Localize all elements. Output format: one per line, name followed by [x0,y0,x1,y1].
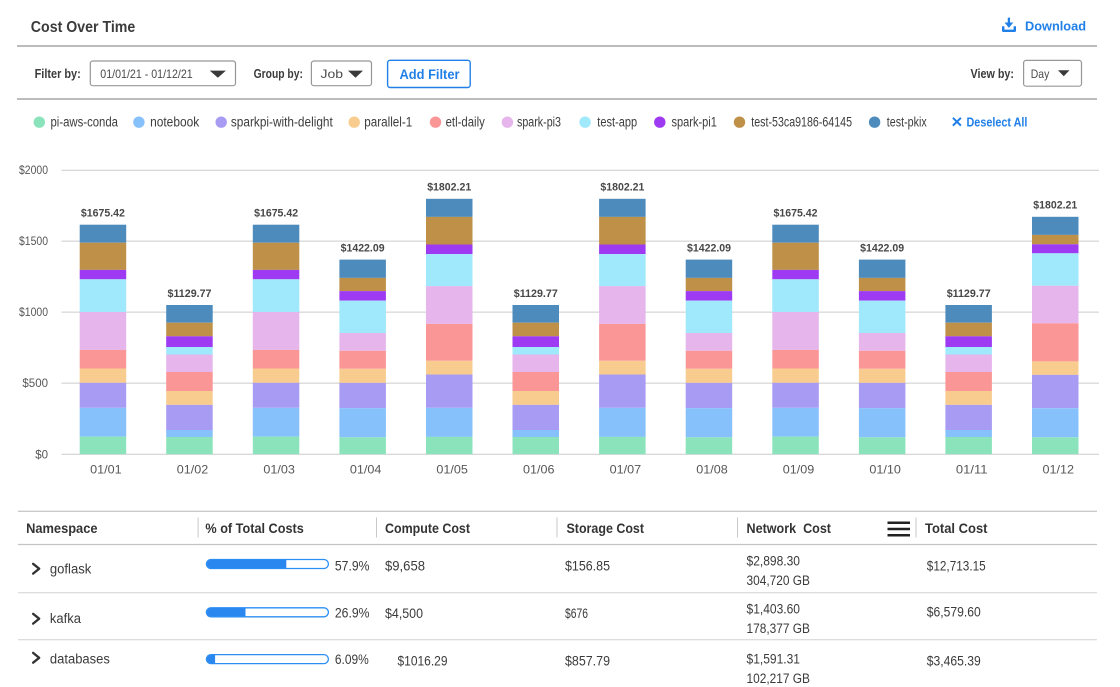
svg-text:Storage Cost: Storage Cost [567,521,645,536]
svg-text:$1000: $1000 [19,307,48,319]
svg-text:$1500: $1500 [19,236,48,248]
svg-text:$676: $676 [565,606,588,621]
svg-text:01/08: 01/08 [696,462,728,476]
svg-text:$1675.42: $1675.42 [81,208,125,220]
svg-text:Total Cost: Total Cost [925,521,988,536]
svg-text:01/04: 01/04 [350,462,382,476]
svg-text:$1129.77: $1129.77 [168,288,212,300]
svg-text:$1,591.31: $1,591.31 [747,652,801,667]
svg-text:01/02: 01/02 [177,462,209,476]
svg-text:test-53ca9186-64145: test-53ca9186-64145 [751,114,852,129]
svg-text:databases: databases [50,651,110,666]
svg-text:$2,898.30: $2,898.30 [747,554,801,569]
svg-text:$0: $0 [35,449,48,461]
svg-text:$1422.09: $1422.09 [860,242,904,254]
svg-text:sparkpi-with-delight: sparkpi-with-delight [231,114,333,129]
svg-text:$1422.09: $1422.09 [687,242,731,254]
svg-text:test-app: test-app [597,114,637,129]
svg-text:26.9%: 26.9% [335,606,370,621]
svg-text:$1,403.60: $1,403.60 [747,602,801,617]
svg-text:01/03: 01/03 [263,462,295,476]
svg-text:01/01: 01/01 [90,462,122,476]
svg-text:$857.79: $857.79 [565,653,610,668]
svg-text:Add Filter: Add Filter [400,67,461,82]
svg-text:pi-aws-conda: pi-aws-conda [51,114,119,129]
svg-text:goflask: goflask [50,562,92,577]
svg-text:Namespace: Namespace [26,521,98,536]
svg-text:Compute Cost: Compute Cost [385,521,470,536]
svg-text:$1802.21: $1802.21 [600,182,644,194]
svg-text:spark-pi1: spark-pi1 [672,114,717,129]
svg-text:304,720 GB: 304,720 GB [747,573,811,588]
svg-text:spark-pi3: spark-pi3 [517,114,561,129]
svg-text:01/11: 01/11 [956,462,988,476]
svg-text:57.9%: 57.9% [335,558,370,573]
svg-text:$1802.21: $1802.21 [427,182,471,194]
svg-text:Download: Download [1025,19,1086,34]
svg-text:$4,500: $4,500 [385,606,423,621]
svg-text:01/05: 01/05 [436,462,468,476]
svg-text:$500: $500 [22,378,48,390]
svg-text:Filter by:: Filter by: [35,67,81,81]
svg-text:$9,658: $9,658 [385,558,425,573]
svg-text:notebook: notebook [150,114,199,129]
svg-text:01/09: 01/09 [783,462,815,476]
svg-text:Group by:: Group by: [254,67,303,81]
svg-text:View by:: View by: [971,67,1015,81]
svg-text:$1675.42: $1675.42 [774,208,818,220]
svg-text:% of Total Costs: % of Total Costs [205,521,303,536]
svg-text:$1129.77: $1129.77 [947,288,991,300]
svg-text:kafka: kafka [50,611,82,626]
svg-text:$2000: $2000 [19,165,48,177]
svg-text:etl-daily: etl-daily [446,114,485,129]
svg-text:6.09%: 6.09% [335,652,369,667]
svg-text:Cost Over Time: Cost Over Time [31,19,136,36]
svg-text:$3,465.39: $3,465.39 [927,653,981,668]
svg-text:$156.85: $156.85 [565,558,610,573]
svg-text:01/01/21 - 01/12/21: 01/01/21 - 01/12/21 [100,67,193,81]
svg-text:$1422.09: $1422.09 [341,242,385,254]
svg-text:$1016.29: $1016.29 [398,653,448,668]
svg-text:01/07: 01/07 [610,462,642,476]
svg-text:Day: Day [1031,67,1050,81]
svg-text:01/10: 01/10 [869,462,901,476]
svg-text:178,377 GB: 178,377 GB [747,621,811,636]
svg-text:$1129.77: $1129.77 [514,288,558,300]
svg-text:$6,579.60: $6,579.60 [927,605,981,620]
svg-text:$1675.42: $1675.42 [254,208,298,220]
svg-text:01/06: 01/06 [523,462,555,476]
svg-text:102,217 GB: 102,217 GB [747,671,811,686]
svg-text:test-pkix: test-pkix [887,114,927,129]
svg-text:parallel-1: parallel-1 [364,114,412,129]
svg-text:$1802.21: $1802.21 [1033,200,1077,212]
svg-text:Job: Job [321,67,344,81]
svg-text:Network Cost: Network Cost [747,521,832,536]
svg-text:Deselect All: Deselect All [967,114,1028,129]
svg-text:$12,713.15: $12,713.15 [927,558,986,573]
svg-text:01/12: 01/12 [1043,462,1075,476]
